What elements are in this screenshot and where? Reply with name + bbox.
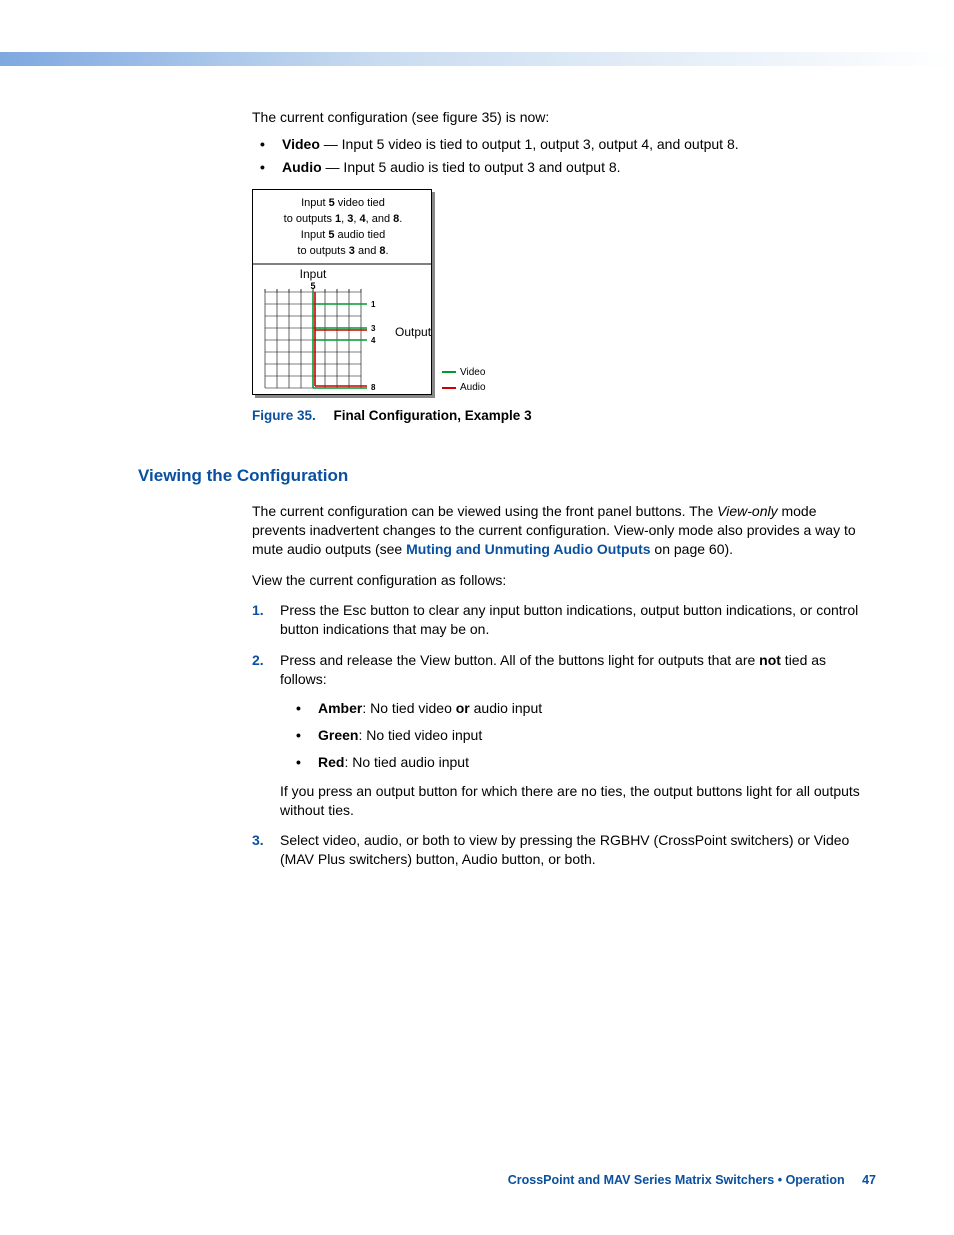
step-3-text: Select video, audio, or both to view by … bbox=[280, 832, 849, 867]
bullet-audio-text: — Input 5 audio is tied to output 3 and … bbox=[322, 159, 621, 175]
sub-red-label: Red bbox=[318, 754, 344, 770]
figure-number: Figure 35. bbox=[252, 408, 316, 423]
sub-amber: Amber: No tied video or audio input bbox=[292, 699, 870, 718]
fig-line2-m3: , and bbox=[366, 213, 394, 225]
step-2-note: If you press an output button for which … bbox=[280, 782, 870, 820]
figure-title: Final Configuration, Example 3 bbox=[334, 408, 532, 423]
sub-amber-b: or bbox=[456, 700, 470, 716]
para-view-follows: View the current configuration as follow… bbox=[252, 571, 870, 590]
step-3-num: 3. bbox=[252, 831, 264, 850]
fig-line1-pre: Input bbox=[301, 197, 329, 209]
fig-row-1: 1 bbox=[371, 300, 376, 309]
fig-line3-pre: Input bbox=[301, 229, 329, 241]
para1-d: on page 60). bbox=[651, 541, 734, 557]
figure-legend: Video Audio bbox=[442, 366, 486, 395]
fig-output-label: Output bbox=[395, 325, 432, 339]
sub-green: Green: No tied video input bbox=[292, 726, 870, 745]
bullet-audio: Audio — Input 5 audio is tied to output … bbox=[256, 158, 870, 177]
legend-audio-swatch bbox=[442, 387, 456, 389]
sub-red: Red: No tied audio input bbox=[292, 753, 870, 772]
para1-b: View-only bbox=[717, 503, 777, 519]
fig-row-3: 3 bbox=[371, 324, 376, 333]
sub-amber-a: : No tied video bbox=[362, 700, 455, 716]
legend-video-swatch bbox=[442, 371, 456, 373]
para-viewonly: The current configuration can be viewed … bbox=[252, 502, 870, 559]
sub-amber-c: audio input bbox=[470, 700, 542, 716]
fig-line1-post: video tied bbox=[335, 197, 385, 209]
sub-red-text: : No tied audio input bbox=[344, 754, 469, 770]
fig-video-ties bbox=[313, 292, 367, 388]
bullet-audio-label: Audio bbox=[282, 159, 322, 175]
bullet-video-label: Video bbox=[282, 136, 320, 152]
bullet-video: Video — Input 5 video is tied to output … bbox=[256, 135, 870, 154]
svg-text:Input 5 video tied: Input 5 video tied bbox=[301, 197, 385, 209]
step-2-b: not bbox=[759, 652, 781, 668]
sub-green-label: Green bbox=[318, 727, 358, 743]
fig-row-8: 8 bbox=[371, 383, 376, 392]
figure-35: Input 5 video tied to outputs 1, 3, 4, a… bbox=[252, 189, 870, 425]
step-2-a: Press and release the View button. All o… bbox=[280, 652, 759, 668]
header-gradient-band bbox=[0, 52, 954, 66]
fig-audio-ties bbox=[315, 292, 367, 386]
step-2: 2. Press and release the View button. Al… bbox=[252, 651, 870, 819]
legend-audio-label: Audio bbox=[460, 381, 486, 395]
bullet-video-text: — Input 5 video is tied to output 1, out… bbox=[320, 136, 739, 152]
step-2-sublist: Amber: No tied video or audio input Gree… bbox=[292, 699, 870, 772]
fig-line4-end: . bbox=[386, 245, 389, 257]
step-2-num: 2. bbox=[252, 651, 264, 670]
fig-line2-pre: to outputs bbox=[284, 213, 335, 225]
footer-page-number: 47 bbox=[862, 1173, 876, 1187]
config-bullet-list: Video — Input 5 video is tied to output … bbox=[252, 135, 870, 177]
fig-line4-pre: to outputs bbox=[297, 245, 348, 257]
sub-amber-label: Amber bbox=[318, 700, 362, 716]
figure-caption: Figure 35. Final Configuration, Example … bbox=[252, 407, 870, 425]
svg-text:to outputs 3 and 8.: to outputs 3 and 8. bbox=[297, 245, 388, 257]
step-1-text: Press the Esc button to clear any input … bbox=[280, 602, 858, 637]
fig-input-label: Input bbox=[300, 267, 327, 281]
step-1-num: 1. bbox=[252, 601, 264, 620]
legend-video-label: Video bbox=[460, 366, 485, 380]
footer-text: CrossPoint and MAV Series Matrix Switche… bbox=[508, 1173, 845, 1187]
fig-row-4: 4 bbox=[371, 336, 376, 345]
svg-text:Input 5 audio tied: Input 5 audio tied bbox=[301, 229, 385, 241]
figure-35-diagram: Input 5 video tied to outputs 1, 3, 4, a… bbox=[252, 189, 432, 395]
step-1: 1. Press the Esc button to clear any inp… bbox=[252, 601, 870, 639]
intro-text: The current configuration (see figure 35… bbox=[252, 108, 870, 127]
step-3: 3. Select video, audio, or both to view … bbox=[252, 831, 870, 869]
para1-a: The current configuration can be viewed … bbox=[252, 503, 717, 519]
fig-line4-m1: and bbox=[355, 245, 379, 257]
fig-line2-end: . bbox=[399, 213, 402, 225]
steps-list: 1. Press the Esc button to clear any inp… bbox=[252, 601, 870, 869]
page-footer: CrossPoint and MAV Series Matrix Switche… bbox=[508, 1173, 876, 1187]
section-heading-viewing: Viewing the Configuration bbox=[138, 465, 870, 488]
link-muting-unmuting[interactable]: Muting and Unmuting Audio Outputs bbox=[406, 541, 650, 557]
svg-text:to outputs 1, 3, 4, and 8.: to outputs 1, 3, 4, and 8. bbox=[284, 213, 403, 225]
page-content: The current configuration (see figure 35… bbox=[252, 108, 870, 881]
sub-green-text: : No tied video input bbox=[358, 727, 482, 743]
fig-line3-post: audio tied bbox=[334, 229, 385, 241]
